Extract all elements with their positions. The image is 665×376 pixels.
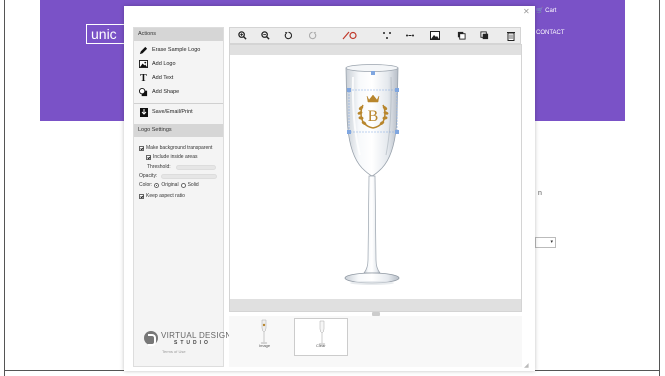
champagne-flute-image: B — [344, 64, 400, 285]
design-canvas[interactable]: B — [230, 55, 521, 299]
erase-sample-logo-label: Erase Sample Logo — [152, 47, 201, 53]
resize-handle-icon[interactable]: ◢ — [524, 362, 529, 369]
move-horizontal-icon[interactable] — [403, 28, 417, 43]
checkbox-checked-icon — [146, 154, 151, 160]
color-label: Color: — [139, 182, 153, 188]
add-logo-label: Add Logo — [152, 61, 176, 67]
keep-aspect-checkbox[interactable]: Keep aspect ratio — [139, 193, 185, 199]
vds-brand-name: VIRTUAL DESIGN — [161, 331, 232, 340]
shape-icon — [139, 87, 148, 97]
thumbnail-clear-label: Clear — [316, 343, 326, 348]
contact-link[interactable]: CONTACT — [536, 30, 565, 36]
color-solid-label: Solid — [187, 182, 199, 188]
bring-forward-icon[interactable] — [454, 28, 468, 43]
zoom-in-icon[interactable] — [235, 28, 249, 43]
add-shape-button[interactable]: Add Shape — [139, 87, 179, 97]
page-border-right — [659, 0, 660, 376]
color-options: Color: Original Solid — [139, 182, 199, 188]
background-text: n — [538, 190, 542, 197]
rotate-right-icon[interactable] — [305, 28, 319, 43]
actions-header: Actions — [134, 28, 223, 41]
add-shape-label: Add Shape — [152, 89, 180, 95]
logo-letter: B — [368, 108, 379, 125]
rotate-left-icon[interactable] — [281, 28, 295, 43]
thumbnail-image[interactable] — [237, 318, 291, 356]
erase-sample-logo-button[interactable]: Erase Sample Logo — [139, 45, 200, 55]
flip-horizontal-icon[interactable] — [341, 28, 359, 43]
page-border-left — [4, 0, 5, 376]
trash-icon[interactable] — [504, 28, 518, 43]
include-inside-label: Include inside areas — [153, 154, 198, 160]
send-backward-icon[interactable] — [477, 28, 491, 43]
canvas-bottom-bar — [230, 299, 521, 311]
checkbox-checked-icon — [139, 145, 144, 151]
cart-link[interactable]: 🛒 Cart — [536, 7, 556, 14]
canvas-top-bar — [230, 45, 521, 55]
color-original-label: Original — [161, 182, 179, 188]
logo-settings-header: Logo Settings — [134, 124, 223, 137]
threshold-slider[interactable] — [176, 165, 216, 170]
color-original-radio[interactable] — [154, 182, 160, 188]
thumbnail-clear[interactable] — [294, 318, 348, 356]
threshold-label: Threshold: — [147, 164, 171, 170]
include-inside-checkbox[interactable]: Include inside areas — [146, 154, 197, 160]
make-transparent-checkbox[interactable]: Make background transparent — [139, 145, 212, 151]
download-icon — [139, 107, 148, 117]
image-icon[interactable] — [428, 28, 442, 43]
opacity-slider[interactable] — [161, 174, 217, 179]
close-icon[interactable]: ✕ — [523, 7, 530, 16]
make-transparent-label: Make background transparent — [146, 145, 213, 151]
vds-brand-sub: STUDIO — [174, 340, 211, 346]
zoom-out-icon[interactable] — [258, 28, 272, 43]
checkbox-checked-icon — [139, 193, 144, 199]
save-email-print-label: Save/Email/Print — [152, 109, 193, 115]
thumbnail-image-label: Image — [259, 343, 271, 348]
save-email-print-button[interactable]: Save/Email/Print — [139, 107, 193, 117]
add-logo-button[interactable]: Add Logo — [139, 59, 176, 69]
virtual-design-studio-logo-icon — [144, 331, 158, 346]
color-solid-radio[interactable] — [180, 182, 186, 188]
text-icon: T — [140, 72, 147, 84]
flip-vertical-icon[interactable] — [380, 28, 394, 43]
background-select[interactable]: ▾ — [535, 237, 556, 248]
terms-of-use-link[interactable]: Terms of Use — [162, 349, 186, 354]
add-text-button[interactable]: T Add Text — [139, 72, 174, 84]
image-icon — [139, 60, 148, 69]
keep-aspect-label: Keep aspect ratio — [146, 193, 185, 199]
actions-divider — [134, 103, 223, 104]
pencil-icon — [139, 46, 148, 55]
opacity-label: Opacity: — [139, 173, 158, 179]
add-text-label: Add Text — [152, 75, 174, 81]
